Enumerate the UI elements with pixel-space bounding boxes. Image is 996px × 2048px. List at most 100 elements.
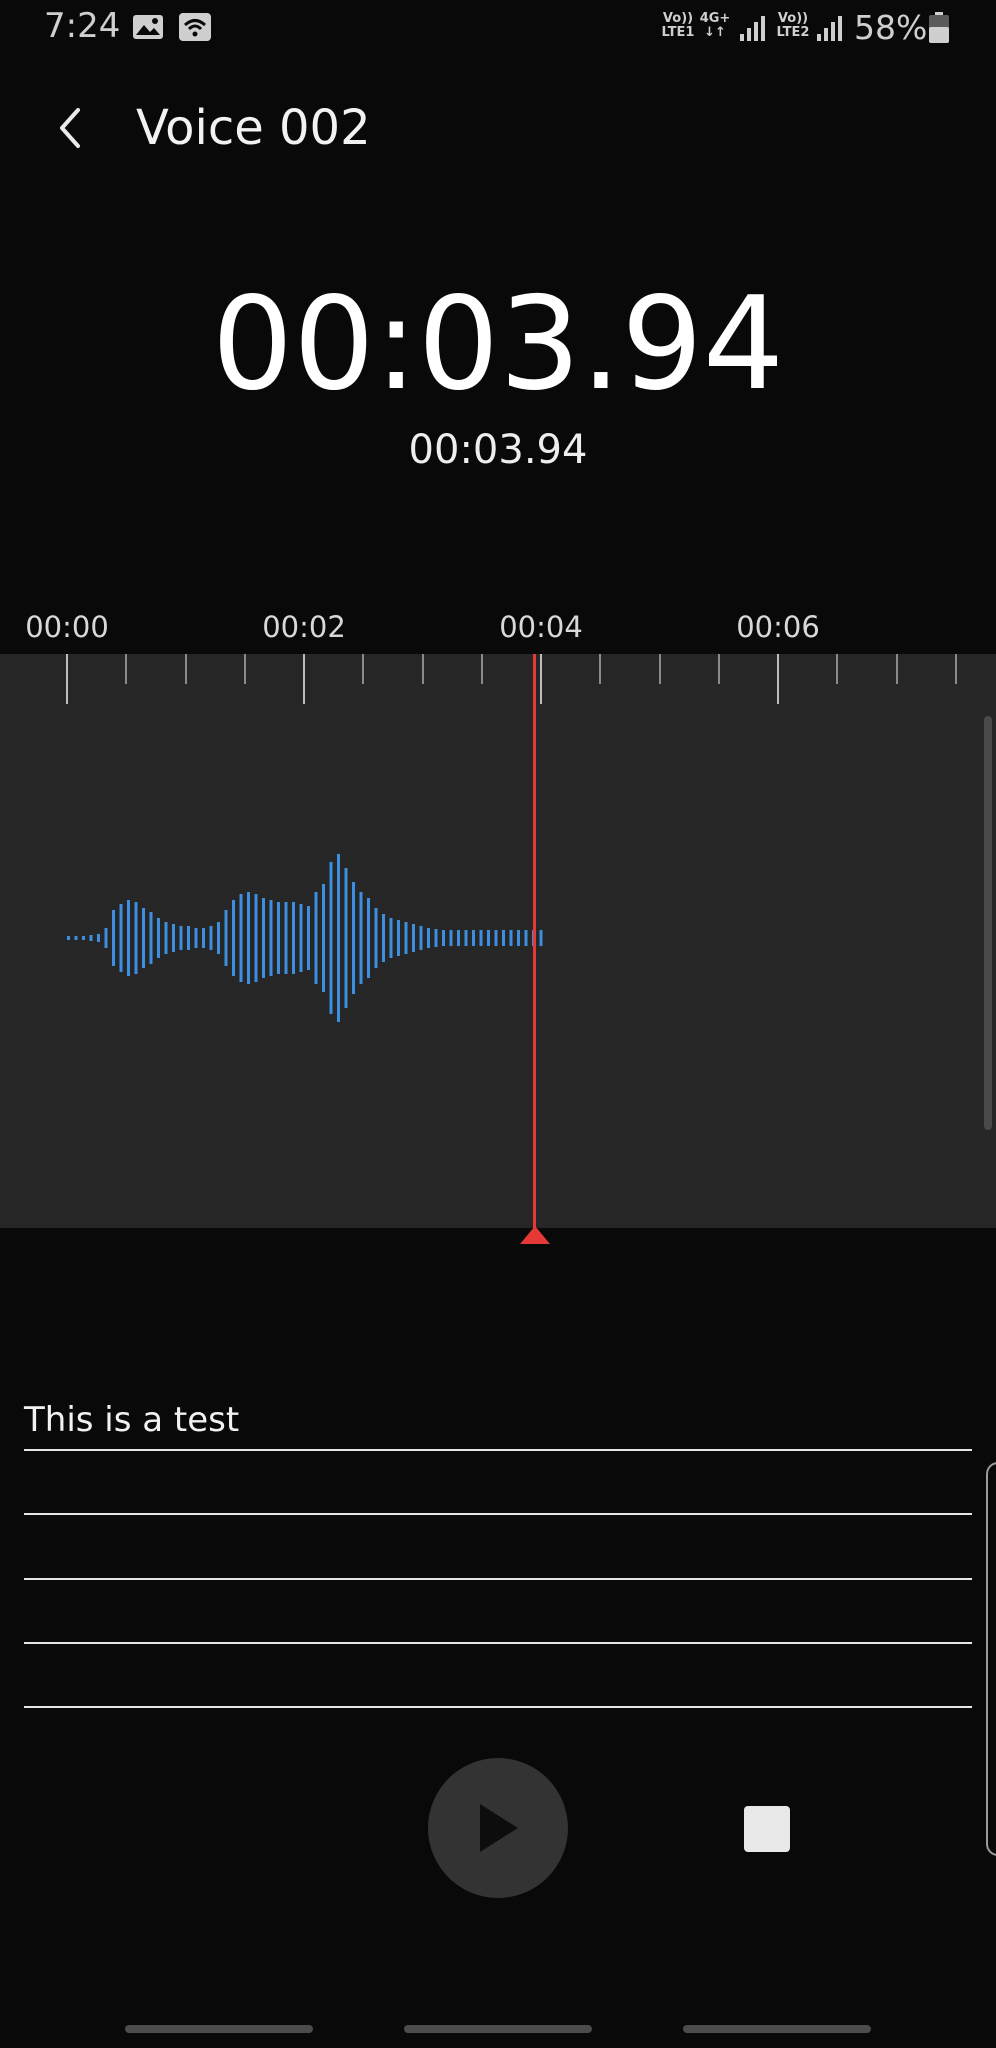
waveform-bar — [464, 930, 468, 946]
waveform-bar — [239, 894, 243, 982]
waveform-bar — [457, 930, 460, 946]
waveform-bar — [194, 928, 198, 948]
waveform-bar — [89, 935, 93, 941]
waveform-bar — [382, 914, 385, 962]
waveform-bar — [67, 936, 70, 940]
waveform-bar — [262, 898, 265, 978]
waveform-bar — [232, 900, 235, 976]
chevron-left-icon — [60, 108, 80, 148]
playhead-handle[interactable] — [520, 1226, 550, 1244]
waveform-bar — [509, 930, 513, 946]
data-arrows-icon: ↓↑ — [704, 25, 726, 40]
play-icon — [480, 1804, 518, 1852]
waveform-bar — [299, 904, 303, 972]
play-button[interactable] — [428, 1758, 568, 1898]
waveform-bar — [322, 884, 325, 992]
volte1-bottom: LTE1 — [661, 25, 695, 40]
volte2-indicator: Vo)) LTE2 — [773, 12, 813, 40]
waveform-bar — [134, 902, 138, 974]
volte2-top: Vo)) — [777, 11, 809, 26]
total-duration: 00:03.94 — [408, 427, 588, 473]
network-type-indicator: 4G+ ↓↑ — [698, 12, 732, 40]
waveform-bar — [314, 892, 318, 984]
waveform-bar — [82, 936, 85, 940]
waveform-bar — [142, 908, 145, 968]
volte1-top: Vo)) — [662, 11, 694, 26]
waveform-bar — [352, 882, 355, 994]
waveform-bar — [449, 930, 453, 946]
memo-line-4 — [24, 1642, 972, 1644]
waveform-bar — [494, 930, 498, 946]
nav-home-button[interactable] — [404, 2025, 592, 2033]
waveform-bar — [374, 908, 378, 968]
network-type-label: 4G+ — [699, 11, 731, 26]
waveform-bar — [479, 930, 483, 946]
recording-title: Voice 002 — [136, 100, 371, 156]
timeline-label-3: 00:06 — [736, 610, 820, 644]
signal2-icon — [817, 16, 842, 41]
memo-line-1 — [24, 1449, 972, 1451]
waveform-bar — [292, 902, 295, 974]
waveform-bar — [307, 906, 310, 970]
waveform-bar — [539, 930, 543, 946]
waveform-bar — [97, 934, 100, 942]
waveform-bar — [254, 894, 258, 982]
waveform-bar — [524, 930, 528, 946]
waveform-bar — [104, 928, 108, 948]
edge-panel-handle[interactable] — [986, 1462, 996, 1856]
waveform-bar — [164, 922, 168, 954]
vertical-scrollbar[interactable] — [984, 716, 992, 1130]
timeline-label-0: 00:00 — [25, 610, 109, 644]
waveform-bar — [359, 892, 363, 984]
waveform-bar — [517, 930, 520, 946]
timeline-label-2: 00:04 — [499, 610, 583, 644]
waveform-bar — [172, 924, 175, 952]
nav-back-button[interactable] — [683, 2025, 871, 2033]
stop-button[interactable] — [744, 1806, 790, 1852]
memo-line-5 — [24, 1706, 972, 1708]
waveform-bar — [202, 928, 205, 948]
waveform-bar — [397, 920, 400, 956]
waveform-bar — [247, 892, 250, 984]
waveform-bar — [112, 910, 115, 966]
waveform-bar — [284, 902, 288, 974]
wifi-icon — [179, 13, 211, 41]
signal1-icon — [740, 16, 765, 41]
battery-icon — [929, 12, 949, 43]
memo-line-2 — [24, 1513, 972, 1515]
waveform-bar — [389, 918, 393, 958]
waveform-bar — [412, 924, 415, 952]
timeline-label-1: 00:02 — [262, 610, 346, 644]
waveform-bar — [157, 918, 160, 958]
status-time: 7:24 — [44, 6, 121, 46]
volte2-bottom: LTE2 — [776, 25, 810, 40]
waveform-bar — [442, 930, 445, 946]
back-button[interactable] — [40, 96, 100, 160]
waveform-bar — [427, 928, 430, 948]
waveform-bar — [487, 930, 490, 946]
waveform — [67, 854, 543, 1022]
waveform-bar — [179, 926, 183, 950]
waveform-bar — [419, 926, 423, 950]
waveform-bar — [404, 922, 408, 954]
waveform-bar — [149, 912, 153, 964]
waveform-bar — [187, 926, 190, 950]
gallery-icon — [133, 15, 163, 39]
waveform-bar — [434, 929, 438, 947]
elapsed-timer: 00:03.94 — [211, 270, 785, 419]
playhead-line[interactable] — [533, 654, 536, 1242]
battery-percent: 58% — [854, 8, 928, 47]
waveform-bar — [367, 898, 370, 978]
waveform-bar — [217, 922, 220, 954]
waveform-bar — [127, 900, 130, 976]
memo-line-3 — [24, 1578, 972, 1580]
waveform-bar — [224, 910, 228, 966]
waveform-bar — [472, 930, 475, 946]
memo-text: This is a test — [24, 1400, 240, 1440]
nav-recents-button[interactable] — [125, 2025, 313, 2033]
waveform-bar — [269, 900, 273, 976]
waveform-bar — [502, 930, 505, 946]
waveform-bar — [74, 936, 78, 940]
waveform-bar — [344, 868, 348, 1008]
waveform-bar — [209, 926, 213, 950]
